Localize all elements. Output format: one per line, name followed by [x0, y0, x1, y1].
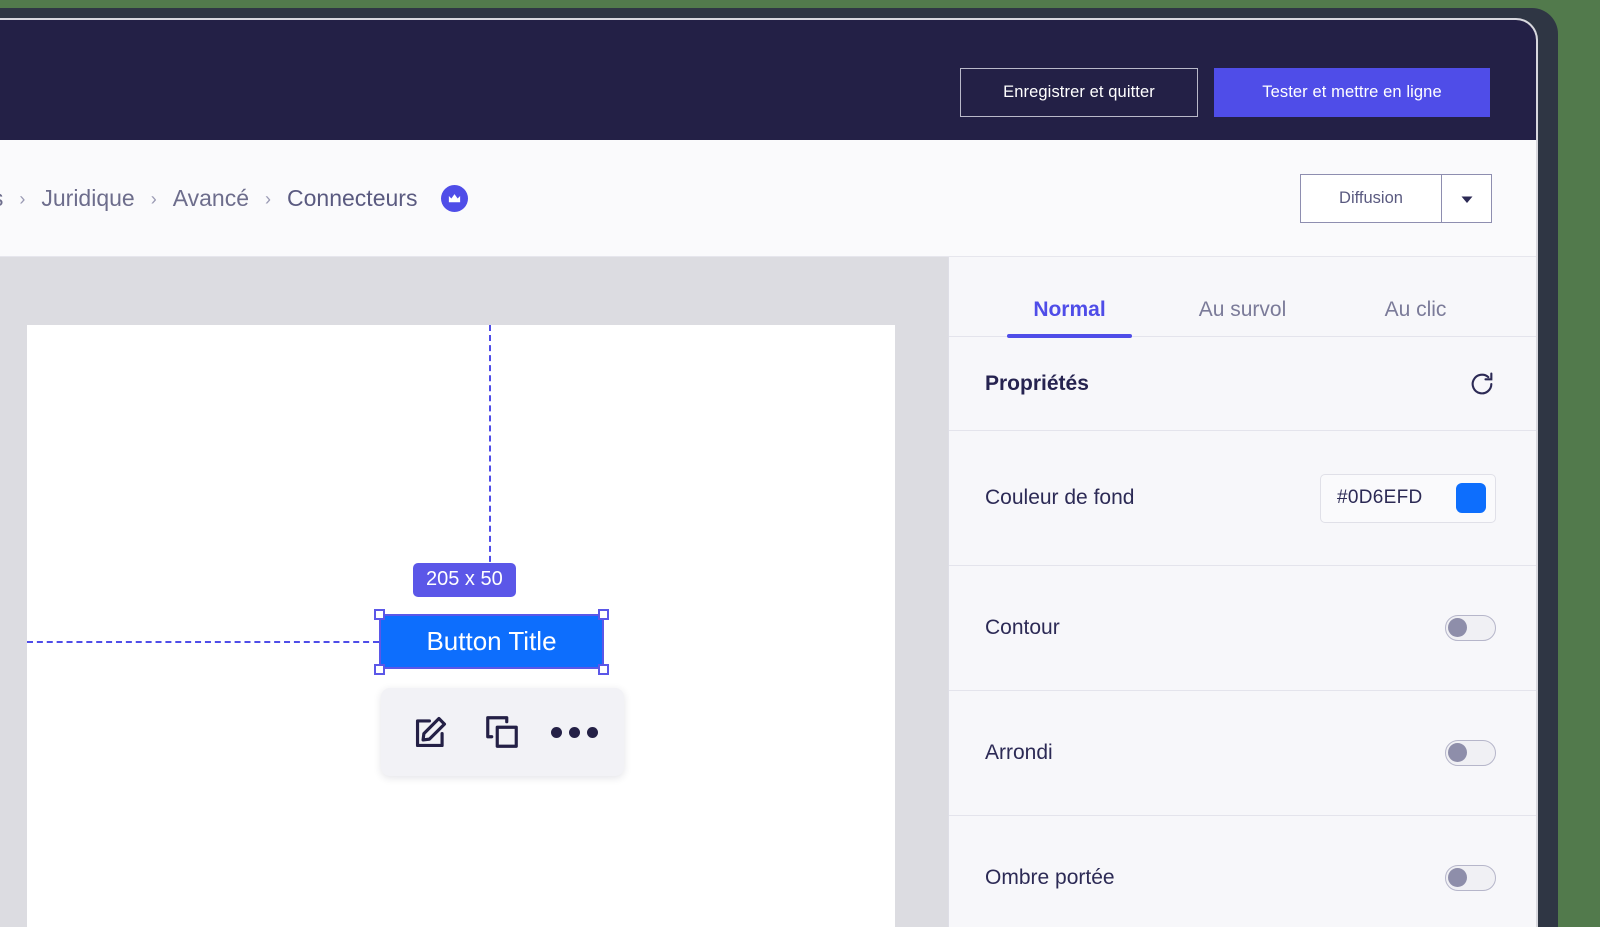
diffusion-label: Diffusion	[1339, 189, 1403, 207]
canvas-workspace[interactable]: 205 x 50 Button Title	[0, 257, 948, 927]
resize-handle-top-right[interactable]	[598, 609, 609, 620]
background-color-label: Couleur de fond	[985, 486, 1135, 509]
row-rounded: Arrondi	[949, 691, 1536, 816]
drop-shadow-toggle[interactable]	[1445, 865, 1496, 891]
breadcrumb-separator: ›	[19, 189, 26, 209]
app-body: 205 x 50 Button Title Normal Au survol A…	[0, 257, 1536, 927]
save-and-quit-label: Enregistrer et quitter	[1003, 83, 1155, 101]
header-actions: Enregistrer et quitter Tester et mettre …	[960, 68, 1490, 117]
test-and-publish-label: Tester et mettre en ligne	[1262, 83, 1442, 101]
color-swatch[interactable]	[1456, 483, 1486, 513]
tab-click-label: Au clic	[1384, 298, 1447, 321]
properties-title: Propriétés	[985, 371, 1089, 395]
diffusion-button[interactable]: Diffusion	[1301, 175, 1441, 222]
breadcrumb-item-1[interactable]: Juridique	[41, 185, 134, 212]
breadcrumb-item-0[interactable]: ations	[0, 185, 3, 212]
rounded-label: Arrondi	[985, 741, 1053, 764]
app-header: Enregistrer et quitter Tester et mettre …	[0, 20, 1536, 140]
more-dot	[550, 726, 562, 738]
tab-normal[interactable]: Normal	[983, 298, 1156, 338]
breadcrumb-item-2[interactable]: Avancé	[173, 185, 249, 212]
canvas-button-element[interactable]: Button Title	[379, 614, 604, 669]
copy-icon[interactable]	[479, 709, 525, 755]
reset-circular-arrow-icon[interactable]	[1468, 370, 1496, 398]
tab-click[interactable]: Au clic	[1329, 298, 1502, 336]
more-horizontal-icon[interactable]	[550, 709, 598, 755]
tab-hover[interactable]: Au survol	[1156, 298, 1329, 336]
row-contour: Contour	[949, 566, 1536, 691]
row-background-color: Couleur de fond #0D6EFD	[949, 431, 1536, 566]
contour-label: Contour	[985, 616, 1060, 639]
application-window: Enregistrer et quitter Tester et mettre …	[0, 18, 1538, 927]
toggle-knob	[1448, 618, 1467, 637]
alignment-guide-horizontal	[27, 641, 379, 643]
toggle-knob	[1448, 868, 1467, 887]
breadcrumb-bar: ations › Juridique › Avancé › Connecteur…	[0, 140, 1536, 257]
resize-handle-bottom-right[interactable]	[598, 664, 609, 675]
resize-handle-bottom-left[interactable]	[374, 664, 385, 675]
diffusion-split-button[interactable]: Diffusion	[1300, 174, 1492, 223]
toggle-knob	[1448, 743, 1467, 762]
breadcrumb-separator: ›	[150, 189, 157, 209]
alignment-guide-vertical	[489, 325, 491, 582]
tab-hover-label: Au survol	[1198, 298, 1287, 321]
tab-normal-label: Normal	[1033, 298, 1106, 321]
canvas-button-label: Button Title	[426, 626, 557, 656]
test-and-publish-button[interactable]: Tester et mettre en ligne	[1214, 68, 1490, 117]
background-color-value: #0D6EFD	[1337, 487, 1423, 508]
element-toolbar	[381, 688, 624, 776]
row-drop-shadow: Ombre portée	[949, 816, 1536, 927]
resize-handle-top-left[interactable]	[374, 609, 385, 620]
size-badge: 205 x 50	[413, 563, 516, 597]
contour-toggle[interactable]	[1445, 615, 1496, 641]
breadcrumb-separator: ›	[265, 189, 272, 209]
edit-pencil-square-icon[interactable]	[408, 709, 454, 755]
properties-section-header: Propriétés	[949, 337, 1536, 431]
drop-shadow-label: Ombre portée	[985, 866, 1115, 889]
selected-element[interactable]: 205 x 50 Button Title	[374, 563, 609, 678]
save-and-quit-button[interactable]: Enregistrer et quitter	[960, 68, 1198, 117]
crown-icon	[441, 184, 469, 212]
rounded-toggle[interactable]	[1445, 740, 1496, 766]
chevron-down-icon[interactable]	[1441, 175, 1491, 222]
more-dot	[568, 726, 580, 738]
breadcrumb-item-3[interactable]: Connecteurs	[287, 185, 417, 212]
breadcrumb: ations › Juridique › Avancé › Connecteur…	[0, 184, 469, 212]
properties-panel: Normal Au survol Au clic Propriétés Coul…	[948, 257, 1536, 927]
panel-tabs: Normal Au survol Au clic	[949, 257, 1536, 338]
more-dot	[586, 726, 598, 738]
background-color-field[interactable]: #0D6EFD	[1320, 473, 1496, 523]
